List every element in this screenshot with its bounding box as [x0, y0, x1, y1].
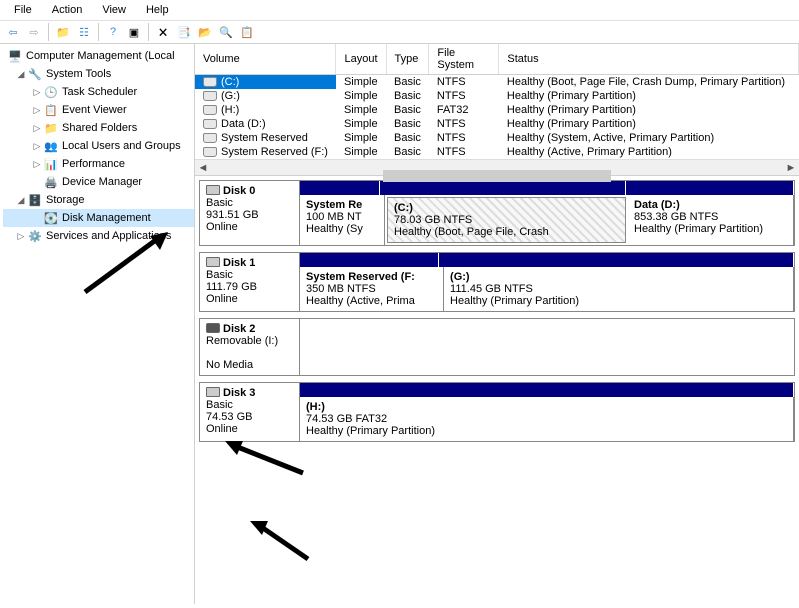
tree-root[interactable]: 🖥️Computer Management (Local — [3, 47, 194, 65]
folder-icon: 📁 — [43, 120, 59, 136]
col-status[interactable]: Status — [499, 44, 799, 75]
col-fs[interactable]: File System — [429, 44, 499, 75]
disk-row[interactable]: Disk 0Basic931.51 GBOnlineSystem Re100 M… — [199, 180, 795, 246]
disk-header: Disk 1Basic111.79 GBOnline — [200, 253, 300, 311]
expand-icon[interactable]: ▷ — [31, 123, 43, 134]
partition[interactable]: Data (D:)853.38 GB NTFSHealthy (Primary … — [628, 195, 794, 245]
expand-icon[interactable]: ▷ — [15, 231, 27, 242]
nav-tree: 🖥️Computer Management (Local ◢🔧System To… — [0, 44, 195, 604]
volume-icon — [203, 105, 217, 115]
col-layout[interactable]: Layout — [336, 44, 386, 75]
partition[interactable]: System Re100 MB NTHealthy (Sy — [300, 195, 385, 245]
tree-task-scheduler[interactable]: ▷🕒Task Scheduler — [3, 83, 194, 101]
volume-row[interactable]: Data (D:)SimpleBasicNTFSHealthy (Primary… — [195, 117, 799, 131]
volume-row[interactable]: System Reserved (F:)SimpleBasicNTFSHealt… — [195, 145, 799, 159]
settings-icon[interactable]: 📋 — [238, 23, 256, 41]
menu-action[interactable]: Action — [42, 2, 93, 18]
disk-header: Disk 0Basic931.51 GBOnline — [200, 181, 300, 245]
menu-file[interactable]: File — [4, 2, 42, 18]
h-scrollbar[interactable]: ◄ ► — [195, 159, 799, 175]
forward-icon[interactable]: ⇨ — [25, 23, 43, 41]
storage-icon: 🗄️ — [27, 192, 43, 208]
tree-event-viewer[interactable]: ▷📋Event Viewer — [3, 101, 194, 119]
tree-local-users[interactable]: ▷👥Local Users and Groups — [3, 137, 194, 155]
clock-icon: 🕒 — [43, 84, 59, 100]
expand-icon[interactable]: ▷ — [31, 159, 43, 170]
scroll-left-icon[interactable]: ◄ — [195, 160, 211, 176]
disk-map: Disk 0Basic931.51 GBOnlineSystem Re100 M… — [195, 176, 799, 604]
volume-row[interactable]: (H:)SimpleBasicFAT32Healthy (Primary Par… — [195, 103, 799, 117]
services-icon: ⚙️ — [27, 228, 43, 244]
disk-icon — [206, 323, 220, 333]
disk-row[interactable]: Disk 3Basic74.53 GBOnline (H:)74.53 GB F… — [199, 382, 795, 442]
tree-shared-folders[interactable]: ▷📁Shared Folders — [3, 119, 194, 137]
search-icon[interactable]: 🔍 — [217, 23, 235, 41]
volume-icon — [203, 119, 217, 129]
volume-row[interactable]: (G:)SimpleBasicNTFSHealthy (Primary Part… — [195, 89, 799, 103]
volume-icon — [203, 77, 217, 87]
up-icon[interactable]: 📁 — [54, 23, 72, 41]
collapse-icon[interactable]: ◢ — [15, 69, 27, 80]
partition[interactable]: (G:)111.45 GB NTFSHealthy (Primary Parti… — [444, 267, 794, 311]
disk-icon — [206, 387, 220, 397]
scroll-thumb[interactable] — [383, 170, 612, 182]
toolbar: ⇦ ⇨ 📁 ☷ ? ▣ 🗙 📑 📂 🔍 📋 — [0, 21, 799, 44]
refresh-icon[interactable]: 🗙 — [154, 23, 172, 41]
collapse-icon[interactable]: ◢ — [15, 195, 27, 206]
tree-storage[interactable]: ◢🗄️Storage — [3, 191, 194, 209]
disk-header: Disk 3Basic74.53 GBOnline — [200, 383, 300, 441]
menu-help[interactable]: Help — [136, 2, 179, 18]
expand-icon[interactable]: ▷ — [31, 105, 43, 116]
help-icon[interactable]: ? — [104, 23, 122, 41]
disk-icon — [206, 185, 220, 195]
perf-icon: 📊 — [43, 156, 59, 172]
volume-row[interactable]: System ReservedSimpleBasicNTFSHealthy (S… — [195, 131, 799, 145]
volume-icon — [203, 91, 217, 101]
tree-performance[interactable]: ▷📊Performance — [3, 155, 194, 173]
col-type[interactable]: Type — [386, 44, 429, 75]
show-hide-icon[interactable]: ☷ — [75, 23, 93, 41]
disk-icon: 💽 — [43, 210, 59, 226]
expand-icon[interactable]: ▷ — [31, 87, 43, 98]
tool-icon[interactable]: 📑 — [175, 23, 193, 41]
disk-header: Disk 2Removable (I:)No Media — [200, 319, 300, 375]
open-icon[interactable]: 📂 — [196, 23, 214, 41]
disk-row[interactable]: Disk 1Basic111.79 GBOnlineSystem Reserve… — [199, 252, 795, 312]
action-icon[interactable]: ▣ — [125, 23, 143, 41]
col-volume[interactable]: Volume — [195, 44, 336, 75]
computer-icon: 🖥️ — [7, 48, 23, 64]
tree-system-tools[interactable]: ◢🔧System Tools — [3, 65, 194, 83]
volume-icon — [203, 147, 217, 157]
menubar: File Action View Help — [0, 0, 799, 21]
scroll-right-icon[interactable]: ► — [783, 160, 799, 176]
tree-services[interactable]: ▷⚙️Services and Applications — [3, 227, 194, 245]
volume-list: Volume Layout Type File System Status (C… — [195, 44, 799, 176]
partition[interactable]: (H:)74.53 GB FAT32Healthy (Primary Parti… — [300, 397, 794, 441]
expand-icon[interactable]: ▷ — [31, 141, 43, 152]
device-icon: 🖨️ — [43, 174, 59, 190]
tree-device-manager[interactable]: 🖨️Device Manager — [3, 173, 194, 191]
menu-view[interactable]: View — [92, 2, 136, 18]
tree-disk-management[interactable]: 💽Disk Management — [3, 209, 194, 227]
disk-icon — [206, 257, 220, 267]
event-icon: 📋 — [43, 102, 59, 118]
tools-icon: 🔧 — [27, 66, 43, 82]
partition[interactable]: (C:)78.03 GB NTFSHealthy (Boot, Page Fil… — [387, 197, 626, 243]
partition[interactable]: System Reserved (F:350 MB NTFSHealthy (A… — [300, 267, 444, 311]
volume-icon — [203, 133, 217, 143]
back-icon[interactable]: ⇦ — [4, 23, 22, 41]
volume-row[interactable]: (C:)SimpleBasicNTFSHealthy (Boot, Page F… — [195, 75, 799, 90]
disk-row[interactable]: Disk 2Removable (I:)No Media — [199, 318, 795, 376]
users-icon: 👥 — [43, 138, 59, 154]
content-pane: Volume Layout Type File System Status (C… — [195, 44, 799, 604]
